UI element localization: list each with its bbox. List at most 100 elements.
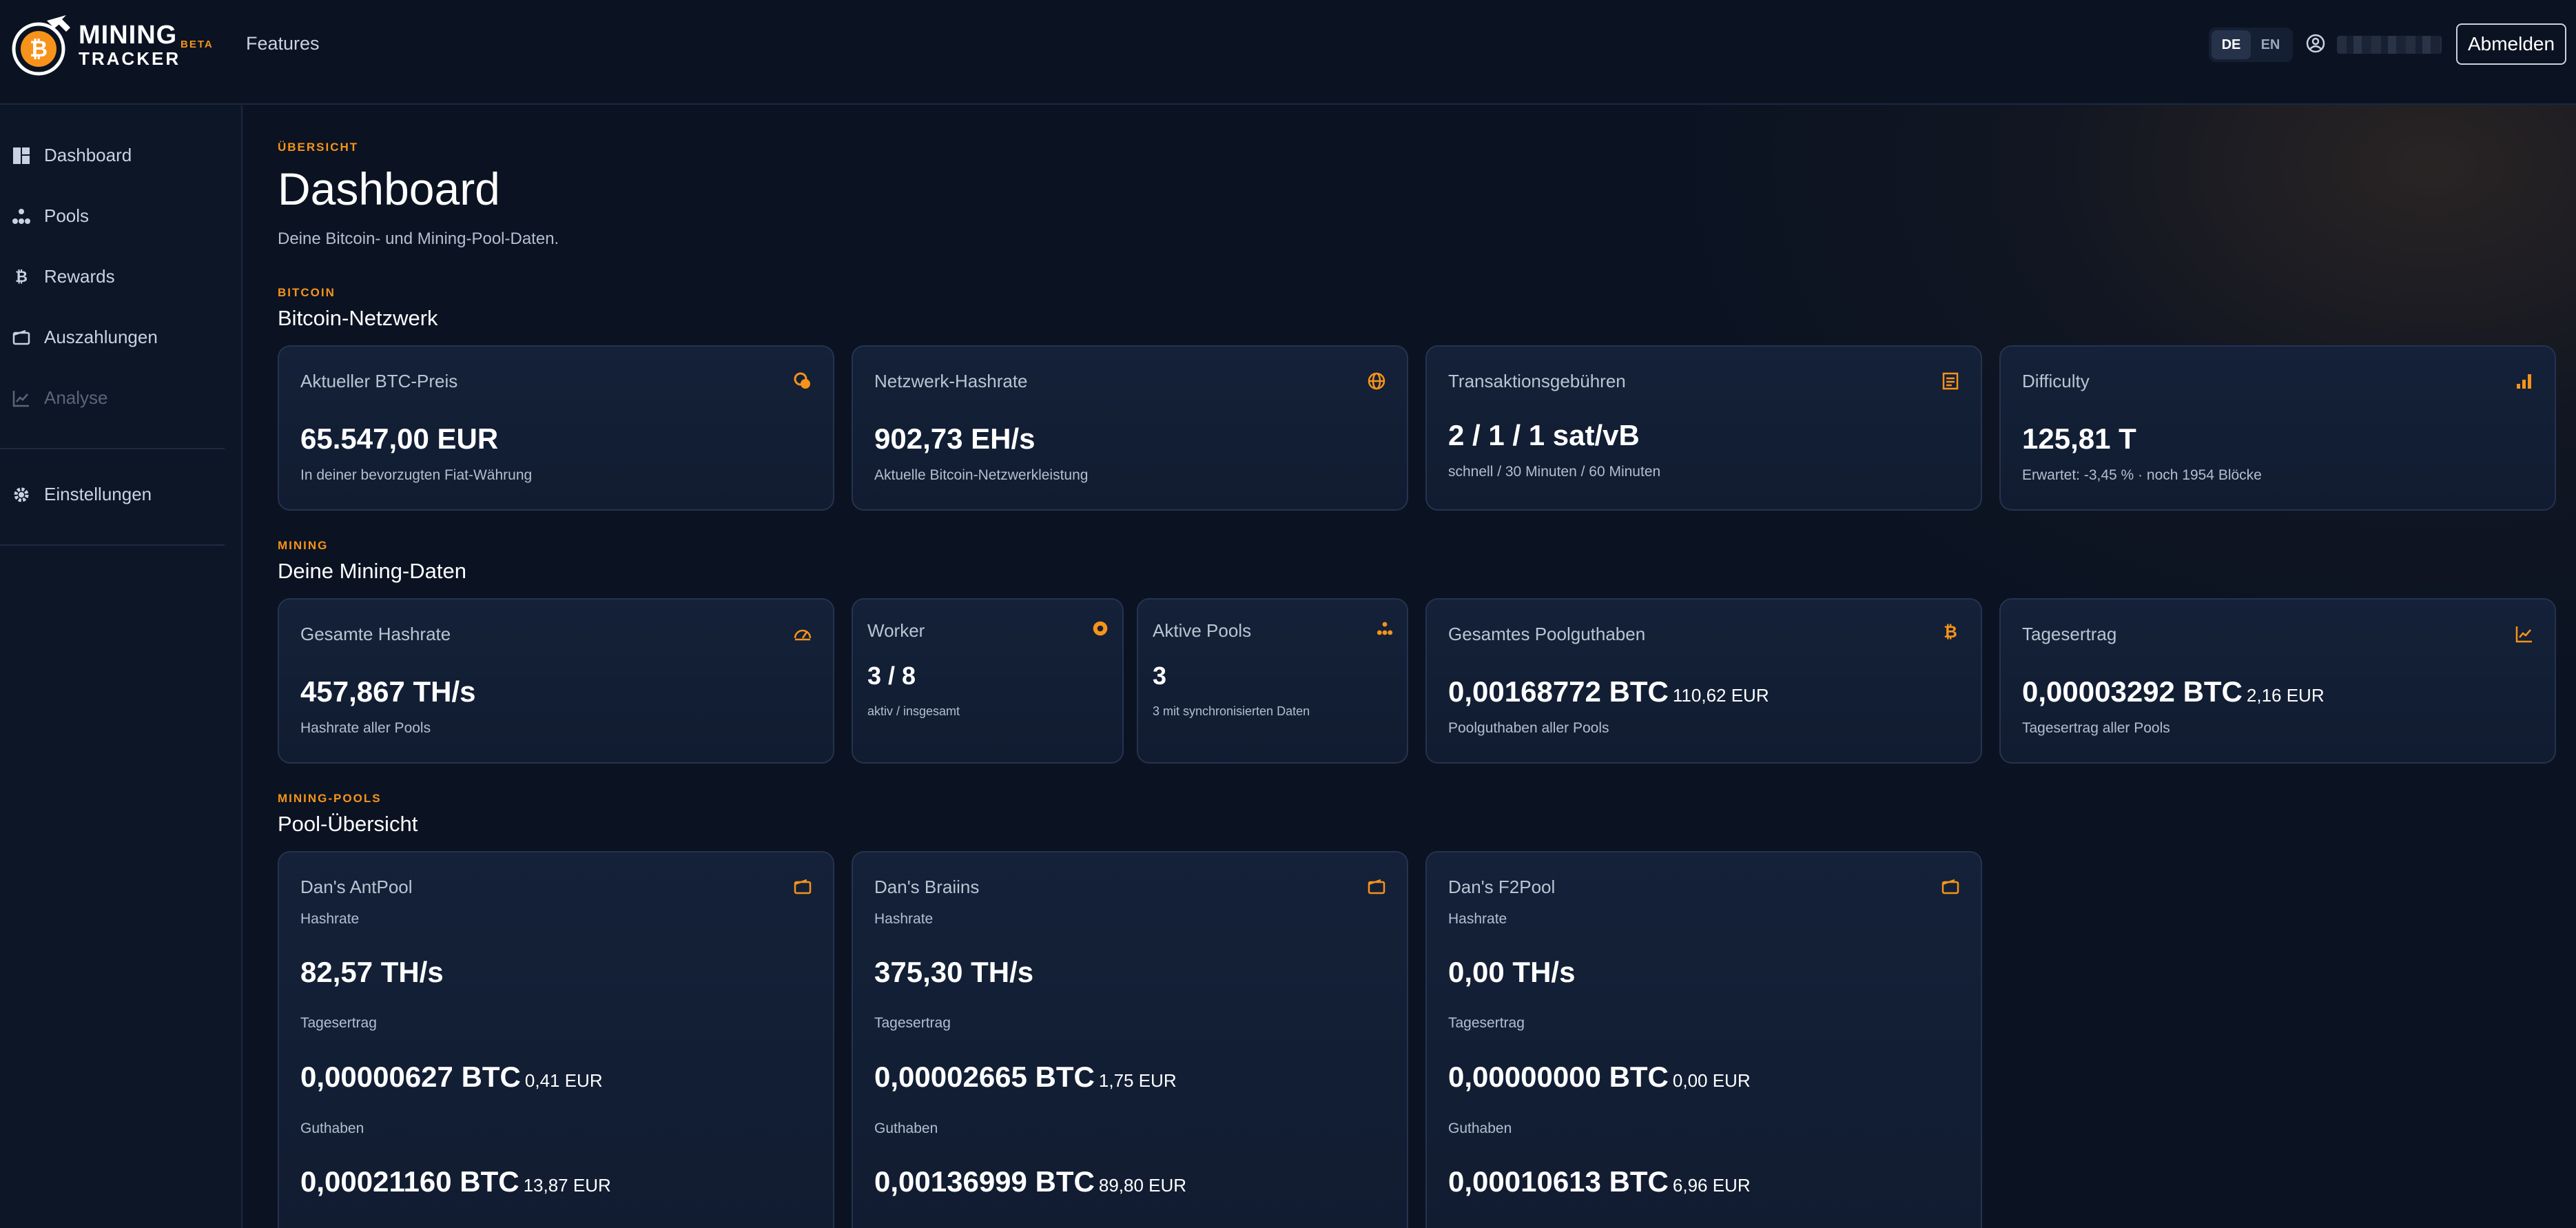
bitcoin-pickaxe-logo-icon: ₿ xyxy=(12,15,70,76)
pool-balance: 0,00010613 BTC 6,96 EUR xyxy=(1448,1165,1751,1198)
pool-card[interactable]: Dan's AntPool Hashrate 82,57 TH/s Tagese… xyxy=(278,851,834,1228)
card-note: Hashrate aller Pools xyxy=(300,720,431,736)
pool-yield-btc: 0,00000000 BTC xyxy=(1448,1061,1669,1093)
card-label: Tagesertrag xyxy=(2022,624,2117,644)
pool-balance-eur: 13,87 EUR xyxy=(523,1175,611,1196)
mining-title: Deine Mining-Daten xyxy=(278,559,466,583)
balance-label: Guthaben xyxy=(874,1120,938,1136)
card-note: Tagesertrag aller Pools xyxy=(2022,720,2170,736)
card-note: 3 mit synchronisierten Daten xyxy=(1153,704,1310,718)
pool-yield-eur: 1,75 EUR xyxy=(1098,1070,1177,1091)
card-label: Gesamtes Poolguthaben xyxy=(1448,624,1646,644)
network-title: Bitcoin-Netzwerk xyxy=(278,306,438,330)
card-note: aktiv / insgesamt xyxy=(867,704,960,718)
lang-de-button[interactable]: DE xyxy=(2212,30,2251,59)
active-pools-card: Aktive Pools 3 3 mit synchronisierten Da… xyxy=(1137,598,1408,764)
pools-title: Pool-Übersicht xyxy=(278,812,418,836)
mining-eyebrow: MINING xyxy=(278,539,329,552)
card-value-btc: 0,00003292 BTC xyxy=(2022,675,2243,708)
card-value: 125,81 T xyxy=(2022,422,2136,455)
card-value: 2 / 1 / 1 sat/vB xyxy=(1448,419,1640,451)
pool-balance-btc: 0,00021160 BTC xyxy=(300,1165,519,1198)
receipt-icon xyxy=(1942,372,1959,390)
bitcoin-icon: ₿ xyxy=(1944,623,1957,642)
sidebar-item-dashboard[interactable]: Dashboard xyxy=(11,145,132,166)
pools-eyebrow: MINING-POOLS xyxy=(278,792,382,805)
pool-yield-btc: 0,00002665 BTC xyxy=(874,1061,1095,1093)
pool-card[interactable]: Dan's F2Pool Hashrate 0,00 TH/s Tagesert… xyxy=(1425,851,1982,1228)
sidebar: Dashboard Pools ₿ Rewards Auszahlungen A… xyxy=(0,105,243,1228)
globe-icon xyxy=(1368,372,1385,390)
total-hashrate-card: Gesamte Hashrate 457,867 TH/s Hashrate a… xyxy=(278,598,834,764)
hashrate-label: Hashrate xyxy=(300,911,360,927)
signal-bars-icon xyxy=(2517,374,2531,389)
coins-icon xyxy=(794,372,810,389)
pool-yield-eur: 0,00 EUR xyxy=(1672,1070,1751,1091)
redacted-username xyxy=(2337,36,2442,54)
pool-balance-eur: 89,80 EUR xyxy=(1098,1175,1187,1196)
card-value-eur: 2,16 EUR xyxy=(2246,685,2325,706)
sidebar-item-rewards[interactable]: ₿ Rewards xyxy=(11,266,115,287)
pool-balance: 0,00136999 BTC 89,80 EUR xyxy=(874,1165,1186,1198)
hashrate-label: Hashrate xyxy=(1448,911,1507,927)
sidebar-item-label: Analyse xyxy=(44,387,108,408)
card-value-btc: 0,00168772 BTC xyxy=(1448,675,1669,708)
sidebar-item-label: Einstellungen xyxy=(44,484,152,504)
pool-balance-btc: 0,00136999 BTC xyxy=(874,1165,1095,1198)
pool-balance-btc: 0,00010613 BTC xyxy=(1448,1165,1669,1198)
pool-balance-card: Gesamtes Poolguthaben ₿ 0,00168772 BTC 11… xyxy=(1425,598,1982,764)
bitcoin-icon: ₿ xyxy=(15,267,28,285)
pool-hashrate: 0,00 TH/s xyxy=(1448,956,1576,988)
card-note: Aktuelle Bitcoin-Netzwerkleistung xyxy=(874,467,1089,483)
transaction-fees-card: Transaktionsgebühren 2 / 1 / 1 sat/vB sc… xyxy=(1425,345,1982,511)
pool-hashrate: 82,57 TH/s xyxy=(300,956,444,988)
pools-icon xyxy=(11,206,32,227)
svg-text:₿: ₿ xyxy=(30,36,48,62)
sidebar-item-einstellungen[interactable]: Einstellungen xyxy=(11,484,152,505)
card-value: 902,73 EH/s xyxy=(874,422,1035,455)
card-label: Gesamte Hashrate xyxy=(300,624,451,644)
brand-line2: TRACKER xyxy=(79,48,181,69)
pool-balance: 0,00021160 BTC 13,87 EUR xyxy=(300,1165,611,1198)
logout-button[interactable]: Abmelden xyxy=(2456,23,2566,65)
pool-name: Dan's AntPool xyxy=(300,877,413,897)
sidebar-item-label: Pools xyxy=(44,205,90,226)
language-switcher: DE EN xyxy=(2209,28,2293,62)
pool-yield: 0,00000627 BTC 0,41 EUR xyxy=(300,1061,603,1094)
brand-line1: MINING xyxy=(79,21,178,50)
nav-features-link[interactable]: Features xyxy=(246,33,320,54)
card-label: Netzwerk-Hashrate xyxy=(874,371,1028,391)
card-value: 3 xyxy=(1153,662,1167,690)
pool-name: Dan's Braiins xyxy=(874,877,980,897)
dashboard-icon xyxy=(11,145,32,166)
card-value-eur: 110,62 EUR xyxy=(1672,685,1769,706)
beta-badge: BETA xyxy=(181,39,214,50)
sidebar-item-auszahlungen[interactable]: Auszahlungen xyxy=(11,327,158,348)
logo[interactable]: ₿ MINING TRACKER xyxy=(11,11,181,79)
card-value: 65.547,00 EUR xyxy=(300,422,499,455)
pool-card[interactable]: Dan's Braiins Hashrate 375,30 TH/s Tages… xyxy=(852,851,1408,1228)
card-value: 3 / 8 xyxy=(867,662,916,690)
sidebar-item-label: Auszahlungen xyxy=(44,327,158,347)
wallet-icon xyxy=(1941,879,1959,894)
page-eyebrow: ÜBERSICHT xyxy=(278,141,359,154)
difficulty-card: Difficulty 125,81 T Erwartet: -3,45 % · … xyxy=(1999,345,2556,511)
card-label: Aktive Pools xyxy=(1153,620,1252,641)
wallet-icon xyxy=(1368,879,1385,894)
yield-label: Tagesertrag xyxy=(874,1015,951,1031)
pool-yield: 0,00000000 BTC 0,00 EUR xyxy=(1448,1061,1751,1094)
lang-en-button[interactable]: EN xyxy=(2251,30,2290,59)
card-note: schnell / 30 Minuten / 60 Minuten xyxy=(1448,464,1661,480)
card-label: Worker xyxy=(867,620,925,641)
pool-yield-eur: 0,41 EUR xyxy=(524,1070,603,1091)
worker-chip-icon xyxy=(1093,621,1108,636)
yield-label: Tagesertrag xyxy=(300,1015,377,1031)
pool-yield: 0,00002665 BTC 1,75 EUR xyxy=(874,1061,1177,1094)
sidebar-item-pools[interactable]: Pools xyxy=(11,205,89,227)
pools-icon xyxy=(1377,622,1393,635)
network-hashrate-card: Netzwerk-Hashrate 902,73 EH/s Aktuelle B… xyxy=(852,345,1408,511)
sidebar-divider xyxy=(0,448,225,449)
user-icon[interactable] xyxy=(2305,33,2326,54)
card-value: 457,867 TH/s xyxy=(300,675,476,708)
yield-label: Tagesertrag xyxy=(1448,1015,1525,1031)
